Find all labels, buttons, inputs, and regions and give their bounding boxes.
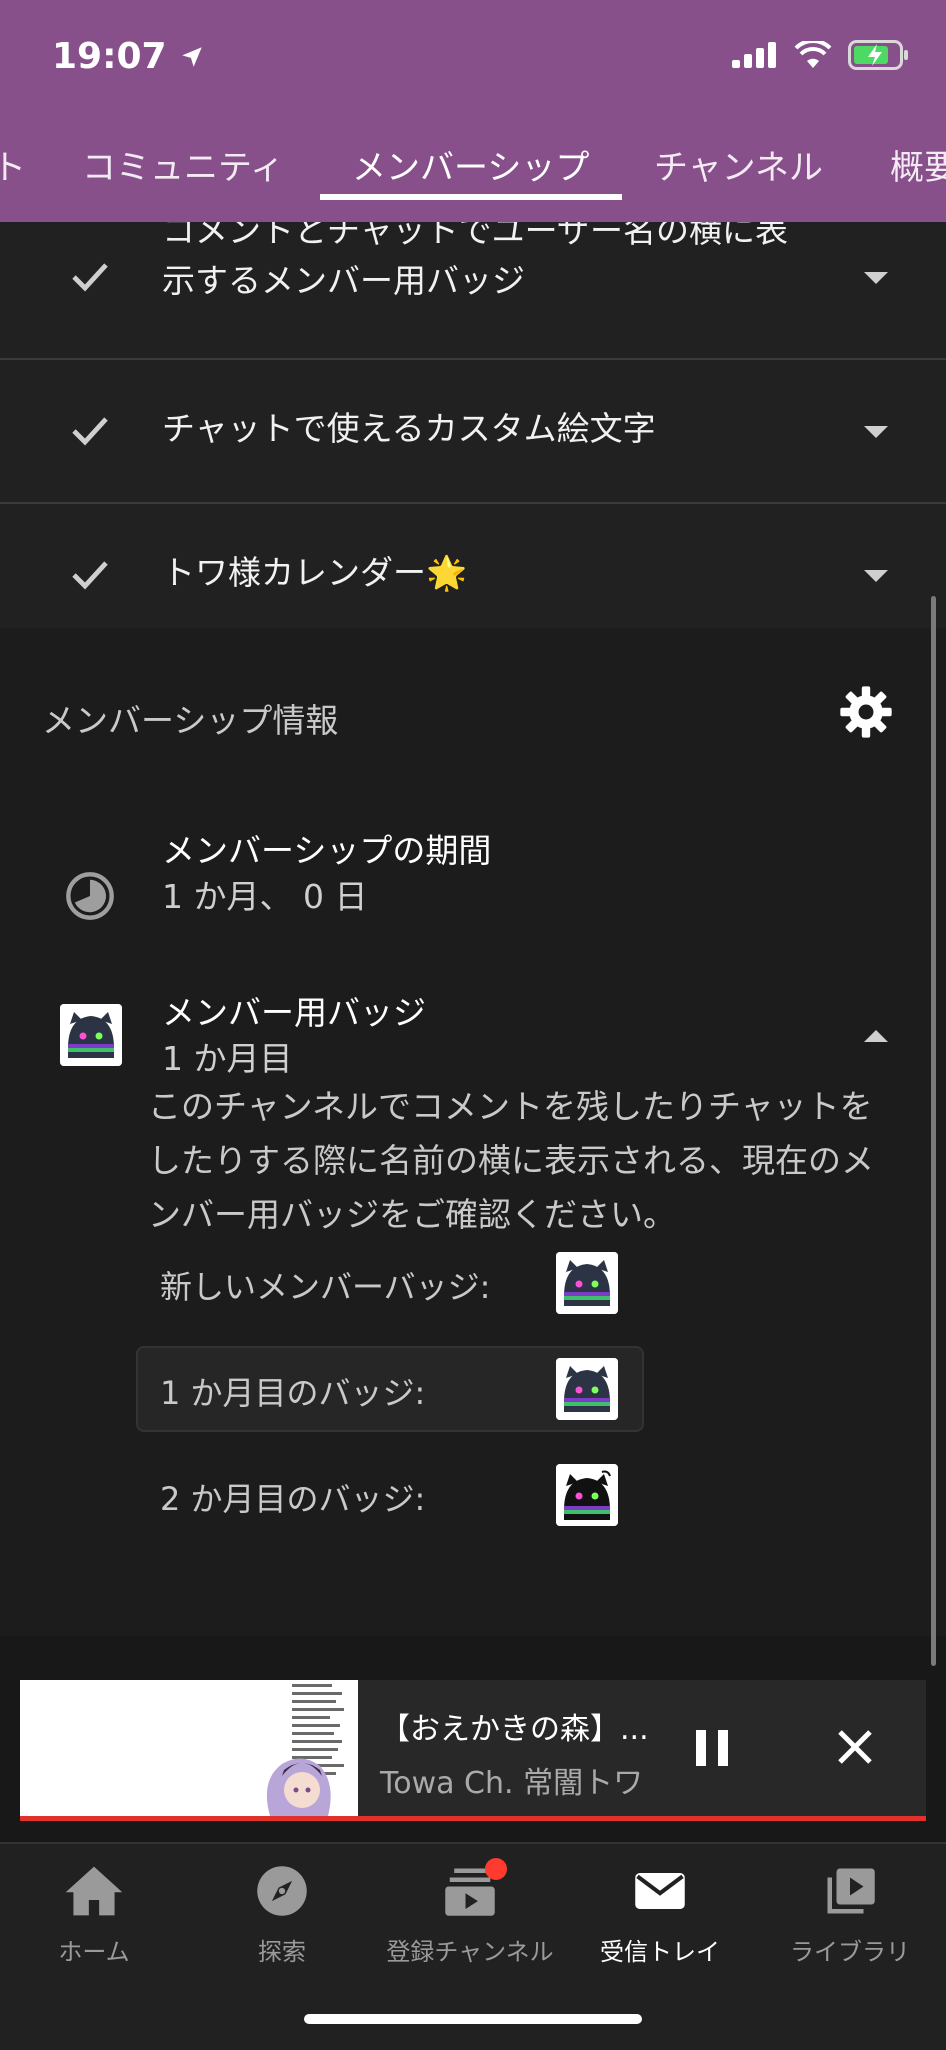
chevron-down-icon[interactable] — [864, 570, 888, 582]
perk-row-calendar[interactable]: トワ様カレンダー🌟 — [0, 504, 946, 648]
badge-label-1month: 1 か月目のバッジ: — [160, 1374, 426, 1412]
clock-text: 19:07 — [52, 36, 167, 77]
scrollbar[interactable] — [931, 596, 936, 1666]
mini-player-title[interactable]: 【おえかきの森】... — [380, 1704, 649, 1748]
tab-channels[interactable]: チャンネル — [654, 140, 823, 189]
nav-explore[interactable]: 探索 — [192, 1864, 372, 1967]
badge-title: メンバー用バッジ — [162, 993, 426, 1032]
member-badge-icon — [60, 1004, 122, 1066]
badge-label-new: 新しいメンバーバッジ: — [160, 1268, 491, 1306]
tab-membership[interactable]: メンバーシップ — [352, 140, 589, 189]
clock-icon — [66, 872, 114, 920]
perk-label: トワ様カレンダー🌟 — [162, 553, 468, 592]
status-time: 19:07 — [52, 36, 205, 77]
nav-label-explore: 探索 — [258, 1938, 306, 1966]
app-header: 19:07 ト コミュニティ メンバーシップ チャンネル 概要 — [0, 0, 946, 222]
mini-player[interactable]: 【おえかきの森】... Towa Ch. 常闇トワ — [20, 1680, 926, 1821]
close-icon[interactable] — [834, 1726, 876, 1768]
pause-icon[interactable] — [692, 1726, 732, 1770]
active-tab-indicator — [320, 194, 622, 200]
nav-label-home: ホーム — [58, 1938, 130, 1966]
period-value: 1 か月、 0 日 — [162, 877, 368, 916]
home-indicator[interactable] — [304, 2014, 642, 2024]
membership-info-section: メンバーシップ情報 メンバーシップの期間 1 か月、 0 日 メンバー用バッジ … — [0, 628, 946, 1636]
battery-charging-icon — [848, 40, 908, 70]
chevron-down-icon[interactable] — [864, 272, 888, 284]
perk-label-line2: 示するメンバー用バッジ — [162, 261, 525, 300]
membership-content[interactable]: コメントとチャットでユーザー名の横に表 示するメンバー用バッジ チャットで使える… — [0, 222, 946, 1636]
channel-tabs: ト コミュニティ メンバーシップ チャンネル 概要 — [0, 140, 946, 222]
badge-new-icon — [556, 1252, 618, 1314]
playback-progress-bar — [20, 1816, 926, 1821]
badge-value: 1 か月目 — [162, 1039, 293, 1078]
perk-label-line1: コメントとチャットでユーザー名の横に表 — [162, 222, 789, 250]
chevron-up-icon[interactable] — [864, 1030, 888, 1042]
gear-icon[interactable] — [838, 684, 894, 740]
home-icon — [65, 1866, 123, 1916]
notification-dot — [485, 1858, 507, 1880]
video-thumbnail[interactable] — [20, 1680, 358, 1816]
chevron-down-icon[interactable] — [864, 426, 888, 438]
badge-1month-icon — [556, 1358, 618, 1420]
nav-label-inbox: 受信トレイ — [600, 1938, 720, 1966]
tab-about[interactable]: 概要 — [890, 140, 946, 189]
badge-label-2month: 2 か月目のバッジ: — [160, 1480, 426, 1518]
library-icon — [827, 1868, 875, 1914]
perk-row-emoji[interactable]: チャットで使えるカスタム絵文字 — [0, 360, 946, 504]
nav-label-subscriptions: 登録チャンネル — [386, 1938, 554, 1966]
period-title: メンバーシップの期間 — [162, 831, 492, 870]
tab-partial[interactable]: ト — [0, 140, 26, 189]
perk-label: チャットで使えるカスタム絵文字 — [162, 409, 656, 448]
check-icon — [72, 417, 108, 446]
inbox-icon — [635, 1873, 685, 1909]
tab-community[interactable]: コミュニティ — [82, 140, 284, 189]
mini-player-channel: Towa Ch. 常闇トワ — [380, 1766, 644, 1801]
nav-home[interactable]: ホーム — [4, 1864, 184, 1967]
explore-icon — [257, 1866, 307, 1916]
badge-2month-icon — [556, 1464, 618, 1526]
status-indicators — [732, 40, 910, 70]
section-title: メンバーシップ情報 — [42, 701, 339, 740]
nav-subscriptions[interactable]: 登録チャンネル — [380, 1858, 560, 1967]
nav-library[interactable]: ライブラリ — [760, 1864, 940, 1967]
avatar — [60, 1004, 122, 1066]
check-icon — [72, 561, 108, 590]
cellular-signal-icon — [732, 42, 776, 68]
nav-inbox[interactable]: 受信トレイ — [570, 1864, 750, 1967]
perk-row-badge[interactable]: コメントとチャットでユーザー名の横に表 示するメンバー用バッジ — [0, 222, 946, 360]
check-icon — [72, 263, 108, 292]
wifi-icon — [794, 41, 832, 68]
nav-label-library: ライブラリ — [790, 1938, 910, 1966]
location-arrow-icon — [181, 46, 202, 67]
badge-description: このチャンネルでコメントを残したりチャットをしたりする際に名前の横に表示される、… — [148, 1087, 874, 1234]
